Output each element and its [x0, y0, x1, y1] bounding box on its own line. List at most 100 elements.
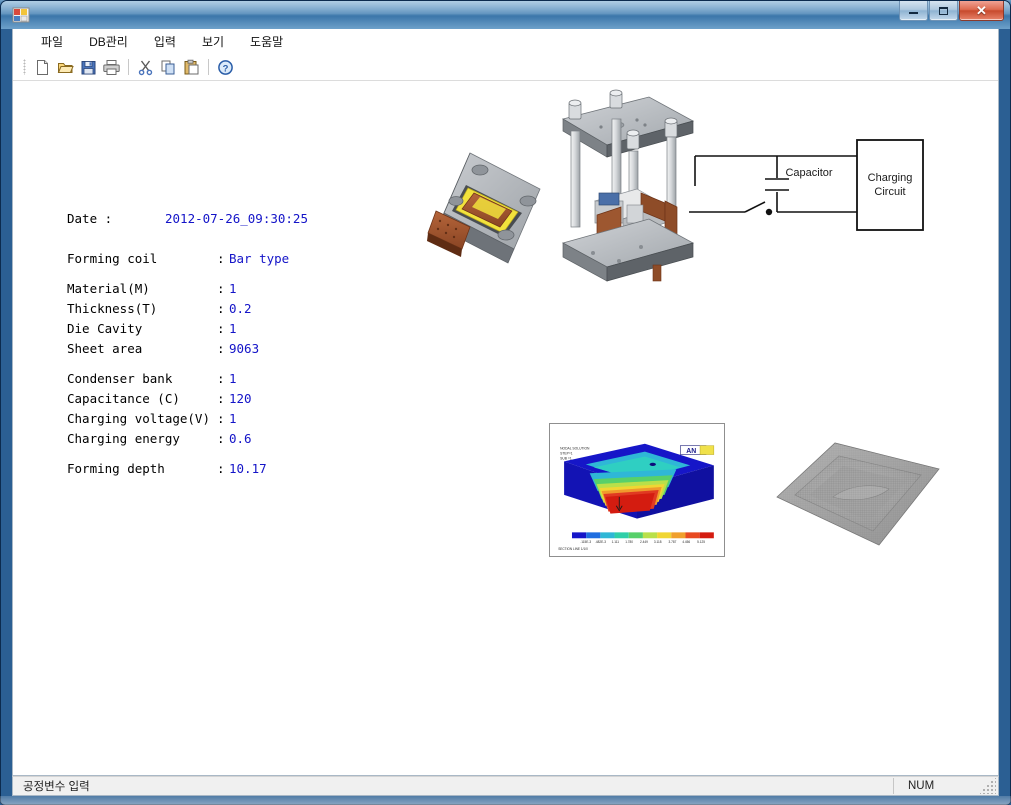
ansys-watermark: AN — [686, 448, 696, 455]
close-icon: ✕ — [976, 2, 987, 18]
capacitor-label: Capacitor — [785, 167, 832, 179]
process-parameter-list: Date : 2012-07-26_09:30:25 Forming coil … — [67, 209, 308, 479]
charging-voltage-row: Charging voltage(V) : 1 — [67, 409, 308, 429]
save-disk-icon — [81, 60, 95, 74]
fea-legend-tick-7: 4.456 — [682, 540, 690, 544]
status-bar: 공정변수 입력 NUM — [12, 776, 999, 796]
title-bar[interactable]: ✕ — [1, 1, 1010, 29]
new-document-button[interactable] — [31, 56, 53, 78]
charging-voltage-label: Charging voltage(V) — [67, 411, 210, 426]
paste-icon — [184, 59, 198, 74]
sheet-area-value: 9063 — [229, 341, 260, 356]
forming-coil-colon: : — [217, 251, 225, 266]
menu-item-input[interactable]: 입력 — [144, 30, 186, 53]
caption-button-group: ✕ — [898, 1, 1004, 23]
thickness-value: 0.2 — [229, 301, 252, 316]
die-cavity-row: Die Cavity : 1 — [67, 319, 308, 339]
toolbar-grip[interactable] — [23, 59, 26, 75]
meshed-formed-part — [776, 442, 940, 546]
fea-legend-tick-2: 1.111 — [612, 540, 620, 544]
forming-coil-label: Forming coil — [67, 251, 158, 266]
application-window: ✕ 파일 DB관리 입력 보기 도움말 ? Date: 2012-07-26_… — [0, 0, 1011, 805]
maximize-button[interactable] — [929, 1, 958, 21]
new-document-icon — [36, 59, 48, 75]
press-machine-cad-model — [561, 89, 695, 282]
capacitance-row: Capacitance (C) : 120 — [67, 389, 308, 409]
fea-legend-tick-5: 3.118 — [654, 540, 662, 544]
capacitance-value: 120 — [229, 391, 252, 406]
fea-header-line-2: STEP=1 — [560, 452, 573, 456]
charging-energy-row: Charging energy : 0.6 — [67, 429, 308, 449]
svg-text:?: ? — [222, 63, 228, 74]
charging-circuit-label-line2: Circuit — [874, 186, 905, 198]
die-cavity-colon: : — [217, 321, 225, 336]
printer-icon — [102, 59, 120, 75]
toolbar: ? — [13, 54, 998, 80]
die-cad-model — [427, 152, 541, 264]
date-value: 2012-07-26_09:30:25 — [165, 211, 308, 226]
forming-depth-colon: : — [217, 461, 225, 476]
menu-item-help[interactable]: 도움말 — [240, 30, 293, 53]
copy-icon — [161, 60, 174, 74]
help-question-icon: ? — [217, 59, 233, 75]
charging-circuit-label-line1: Charging — [868, 172, 913, 184]
close-button[interactable]: ✕ — [959, 1, 1004, 21]
fea-header-line-1: NODAL SOLUTION — [560, 447, 590, 451]
fea-legend-tick-3: 1.780 — [625, 540, 633, 544]
die-cavity-label: Die Cavity — [67, 321, 143, 336]
print-button[interactable] — [100, 56, 122, 78]
fea-header-line-3: SUB =1 — [560, 456, 572, 460]
fea-footer-text: SECTION LINE 1/1/0 — [558, 547, 588, 551]
material-row: Material(M) : 1 — [67, 279, 308, 299]
charging-energy-colon: : — [217, 431, 225, 446]
material-colon: : — [217, 281, 225, 296]
thickness-label: Thickness(T) — [67, 301, 158, 316]
sheet-area-colon: : — [217, 341, 225, 356]
paste-button[interactable] — [180, 56, 202, 78]
toolbar-separator-1 — [128, 59, 129, 75]
sheet-area-label: Sheet area — [67, 341, 143, 356]
fea-contour-plot: AN NODAL SOLUTION STEP=1 SUB =1 .115E-3 … — [549, 423, 725, 557]
fea-legend-colorbar — [571, 532, 714, 539]
forming-coil-row: Forming coil : Bar type — [67, 249, 308, 269]
maximize-icon — [930, 1, 957, 20]
forming-depth-label: Forming depth — [67, 461, 165, 476]
charging-circuit-box — [856, 139, 924, 231]
capacitance-label: Capacitance (C) — [67, 391, 180, 406]
switch-terminal-dot — [765, 208, 773, 216]
die-cavity-value: 1 — [229, 321, 237, 336]
condenser-bank-row: Condenser bank : 1 — [67, 369, 308, 389]
menu-bar: 파일 DB관리 입력 보기 도움말 — [13, 29, 998, 54]
toolbar-separator-2 — [208, 59, 209, 75]
fea-legend-tick-4: 2.449 — [640, 540, 648, 544]
open-folder-icon — [57, 62, 74, 73]
thickness-colon: : — [217, 301, 225, 316]
condenser-bank-label: Condenser bank — [67, 371, 173, 386]
application-icon — [12, 7, 30, 23]
charging-voltage-value: 1 — [229, 411, 237, 426]
charging-circuit-diagram: Capacitor Charging Circuit — [689, 139, 924, 231]
fea-legend-tick-0: .115E-3 — [580, 540, 591, 544]
help-button[interactable]: ? — [214, 56, 236, 78]
fea-legend-tick-1: .482E-3 — [595, 540, 606, 544]
scissors-icon — [138, 60, 152, 75]
fea-legend-tick-8: 5.125 — [697, 540, 705, 544]
forming-coil-value: Bar type — [229, 251, 290, 266]
minimize-button[interactable] — [899, 1, 928, 21]
charging-energy-value: 0.6 — [229, 431, 252, 446]
minimize-icon — [900, 1, 927, 20]
material-label: Material(M) — [67, 281, 150, 296]
menu-item-file[interactable]: 파일 — [31, 30, 73, 53]
open-folder-button[interactable] — [54, 56, 76, 78]
menu-item-view[interactable]: 보기 — [192, 30, 234, 53]
save-button[interactable] — [77, 56, 99, 78]
fea-legend-tick-6: 3.787 — [669, 540, 677, 544]
resize-grip[interactable] — [980, 778, 996, 794]
menu-item-db-management[interactable]: DB관리 — [79, 30, 138, 53]
condenser-bank-value: 1 — [229, 371, 237, 386]
copy-button[interactable] — [157, 56, 179, 78]
capacitance-colon: : — [217, 391, 225, 406]
charging-energy-label: Charging energy — [67, 431, 180, 446]
cut-button[interactable] — [134, 56, 156, 78]
date-label: Date : — [67, 211, 113, 226]
